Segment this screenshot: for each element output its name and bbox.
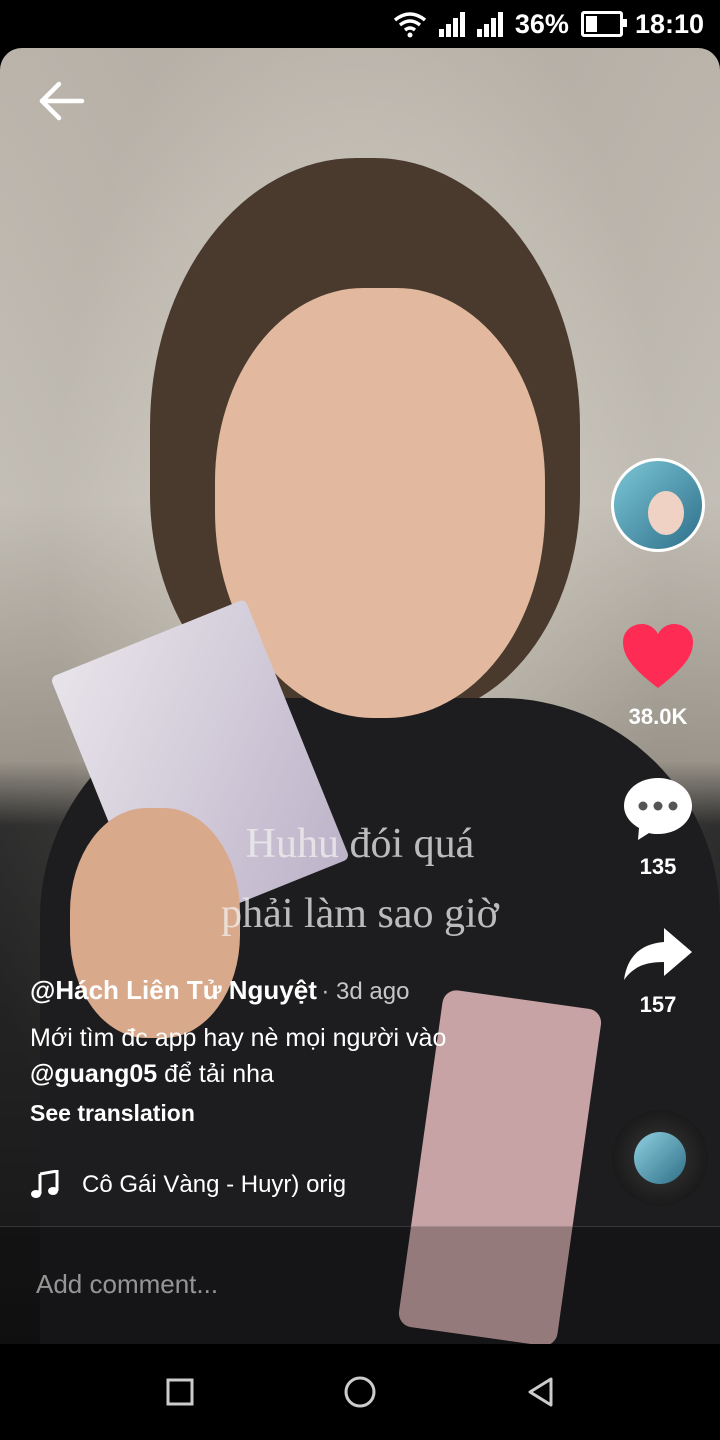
creator-username[interactable]: @Hách Liên Tử Nguyệt (30, 975, 317, 1005)
clock: 18:10 (634, 8, 704, 39)
add-comment-input[interactable] (34, 1263, 538, 1305)
signal-icon-2 (476, 11, 503, 37)
caption-text: Mới tìm đc app hay nè mọi người vào @gua… (30, 1024, 447, 1088)
comment-icon (624, 778, 692, 840)
share-button[interactable]: 157 (610, 926, 706, 1018)
home-icon (344, 1376, 376, 1408)
wifi-icon (393, 12, 426, 38)
system-nav-bar (0, 1344, 720, 1440)
like-count: 38.0K (628, 704, 688, 729)
post-time: · 3d ago (321, 978, 410, 1005)
battery-icon (580, 11, 627, 37)
signal-icon (438, 11, 465, 37)
status-bar: 36% 18:10 (0, 0, 720, 48)
comment-count: 135 (639, 854, 677, 879)
music-note-icon (31, 1170, 59, 1198)
see-translation-link[interactable]: See translation (30, 1100, 590, 1127)
system-back-button[interactable] (516, 1368, 564, 1416)
recent-apps-button[interactable] (156, 1368, 204, 1416)
share-icon (624, 928, 692, 980)
heart-icon (623, 624, 693, 688)
music-disc[interactable] (612, 1110, 708, 1206)
share-count: 157 (639, 992, 677, 1017)
battery-percent: 36% (514, 8, 569, 39)
comment-bar (0, 1226, 720, 1345)
back-arrow-icon[interactable] (36, 78, 88, 124)
music-ticker[interactable]: Cô Gái Vàng - Huyr) orig (30, 1165, 410, 1205)
music-track-name: Cô Gái Vàng - Huyr) orig (82, 1171, 347, 1198)
mention-link[interactable]: @guang05 (30, 1060, 157, 1088)
caption: @Hách Liên Tử Nguyệt · 3d ago Mới tìm đc… (30, 975, 590, 1127)
like-button[interactable]: 38.0K (610, 622, 706, 730)
comment-button[interactable]: 135 (610, 776, 706, 880)
creator-avatar[interactable] (611, 458, 705, 552)
back-triangle-icon (528, 1377, 553, 1407)
recent-apps-icon (166, 1378, 194, 1406)
home-button[interactable] (336, 1368, 384, 1416)
